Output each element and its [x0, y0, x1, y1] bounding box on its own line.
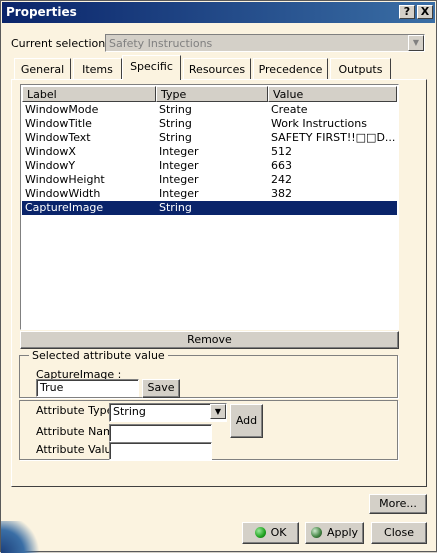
tab-general[interactable]: General — [14, 58, 71, 80]
column-header-type[interactable]: Type — [156, 86, 268, 102]
tab-items[interactable]: Items — [73, 58, 122, 80]
row-label: CaptureImage — [25, 201, 104, 214]
tab-resources[interactable]: Resources — [183, 58, 251, 80]
column-header-label[interactable]: Label — [22, 86, 156, 102]
table-row[interactable]: WindowText String SAFETY FIRST!!□□D... — [22, 131, 397, 145]
properties-dialog: Properties ? X Current selection : Safet… — [0, 0, 437, 553]
help-button[interactable]: ? — [399, 5, 415, 19]
apply-button[interactable]: Apply — [305, 522, 364, 544]
add-button[interactable]: Add — [230, 404, 263, 438]
row-label: WindowText — [25, 131, 91, 144]
attribute-type-select[interactable]: String ▼ — [109, 403, 227, 422]
table-row[interactable]: WindowWidth Integer 382 — [22, 187, 397, 201]
row-value: Work Instructions — [271, 117, 367, 130]
ok-button[interactable]: OK — [242, 522, 299, 544]
attribute-value-input[interactable]: True — [36, 379, 139, 397]
current-selection-dropdown[interactable]: Safety Instructions ▼ — [105, 34, 425, 52]
tab-specific[interactable]: Specific — [122, 55, 181, 80]
row-value: Create — [271, 103, 308, 116]
row-label: WindowMode — [25, 103, 99, 116]
attribute-name-label: Attribute Name — [36, 425, 121, 438]
row-value: 242 — [271, 173, 292, 186]
row-value: SAFETY FIRST!!□□D... — [271, 131, 395, 144]
ok-label: OK — [270, 526, 287, 539]
remove-button[interactable]: Remove — [20, 331, 399, 349]
row-type: String — [159, 103, 192, 116]
attribute-value-field[interactable] — [109, 442, 212, 460]
tab-label: General — [20, 63, 65, 76]
tab-label: Specific — [130, 60, 173, 73]
attribute-value-label: Attribute Value — [36, 443, 119, 456]
tab-label: Precedence — [258, 63, 323, 76]
column-header-value[interactable]: Value — [268, 86, 397, 102]
row-type: Integer — [159, 173, 199, 186]
row-value: 382 — [271, 187, 292, 200]
row-label: WindowY — [25, 159, 76, 172]
close-window-button[interactable]: X — [417, 5, 433, 19]
decorative-corner — [1, 521, 41, 553]
row-value: 663 — [271, 159, 292, 172]
row-type: String — [159, 201, 192, 214]
tab-outputs[interactable]: Outputs — [330, 58, 391, 80]
current-selection-label: Current selection : — [11, 37, 113, 50]
table-row[interactable]: WindowX Integer 512 — [22, 145, 397, 159]
table-row[interactable]: WindowTitle String Work Instructions — [22, 117, 397, 131]
tab-precedence[interactable]: Precedence — [253, 58, 328, 80]
attribute-type-label: Attribute Type — [36, 404, 114, 417]
current-selection-value: Safety Instructions — [109, 37, 213, 50]
attribute-list[interactable]: Label Type Value WindowMode String Creat… — [20, 84, 399, 330]
row-type: Integer — [159, 159, 199, 172]
row-label: WindowWidth — [25, 187, 101, 200]
table-row[interactable]: WindowY Integer 663 — [22, 159, 397, 173]
more-button[interactable]: More... — [369, 494, 427, 514]
window-title: Properties — [6, 5, 77, 19]
ok-icon — [254, 527, 266, 538]
row-type: Integer — [159, 145, 199, 158]
row-type: String — [159, 117, 192, 130]
row-label: WindowTitle — [25, 117, 92, 130]
save-button[interactable]: Save — [142, 379, 180, 398]
tab-label: Outputs — [338, 63, 383, 76]
chevron-down-icon[interactable]: ▼ — [210, 404, 226, 419]
table-row-selected[interactable]: CaptureImage String — [22, 201, 397, 215]
title-bar[interactable]: Properties ? X — [2, 2, 435, 23]
attribute-type-value: String — [113, 405, 146, 418]
table-row[interactable]: WindowHeight Integer 242 — [22, 173, 397, 187]
row-label: WindowX — [25, 145, 76, 158]
row-type: Integer — [159, 187, 199, 200]
tab-label: Resources — [188, 63, 246, 76]
chevron-down-icon[interactable]: ▼ — [408, 35, 424, 51]
attribute-name-input[interactable] — [109, 424, 212, 442]
close-button[interactable]: Close — [371, 522, 427, 544]
apply-label: Apply — [326, 526, 359, 539]
row-label: WindowHeight — [25, 173, 105, 186]
table-row[interactable]: WindowMode String Create — [22, 103, 397, 117]
row-type: String — [159, 131, 192, 144]
apply-icon — [310, 527, 322, 538]
tab-label: Items — [82, 63, 113, 76]
selected-attribute-group-label: Selected attribute value — [29, 349, 168, 362]
row-value: 512 — [271, 145, 292, 158]
